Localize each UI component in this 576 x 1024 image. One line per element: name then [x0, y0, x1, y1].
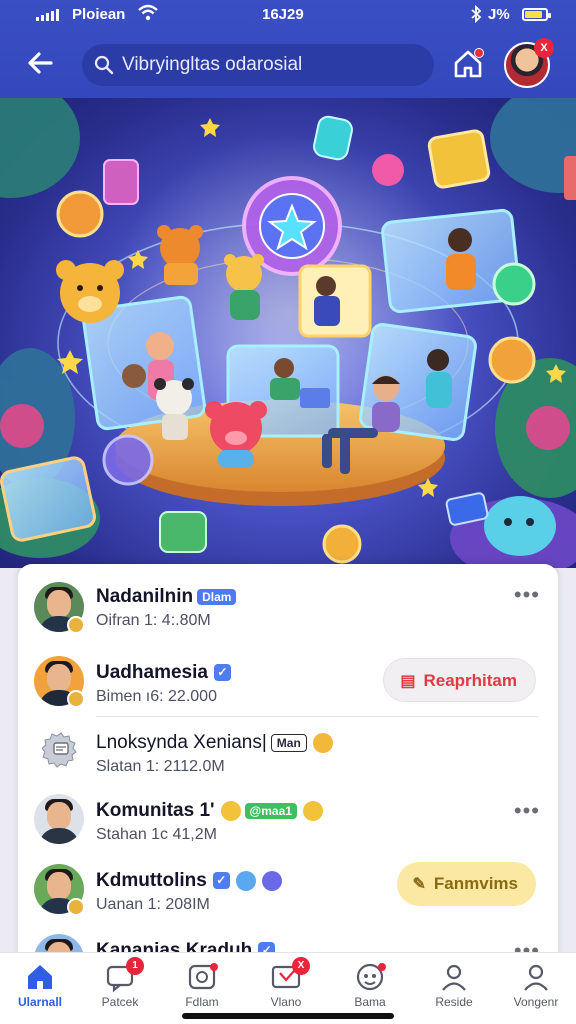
emoji-icon — [302, 800, 323, 821]
home-button[interactable] — [448, 44, 488, 84]
emoji-icon — [261, 870, 282, 891]
level-badge — [67, 690, 85, 708]
close-badge[interactable]: X — [534, 38, 554, 58]
wifi-icon — [138, 4, 158, 26]
list-item-subtitle: Uanan 1: 208IM — [96, 896, 210, 913]
gear-icon — [42, 732, 77, 768]
nav-item-home[interactable]: Ularnall — [2, 961, 78, 1009]
list-item-subtitle: Bimen ı6: 22.000 — [96, 688, 217, 705]
emoji-icon — [220, 800, 241, 821]
search-text: Vibryingltas odarosial — [122, 54, 303, 75]
list-item-name: Lnoksynda Xenians| Man — [96, 732, 333, 754]
nav-item-notifications[interactable]: Bama — [332, 961, 408, 1009]
chat-icon: 1 — [104, 957, 144, 993]
list-item[interactable]: Uadhamesia ✓ Bimen ı6: 22.000 ▤ Reaprhitam — [18, 642, 558, 710]
notification-dot — [210, 963, 218, 971]
verified-icon: ✓ — [212, 872, 230, 890]
nav-item-video[interactable]: X Vlano — [248, 957, 324, 1009]
arrow-left-icon — [28, 52, 53, 74]
battery-icon — [522, 8, 551, 21]
signal-icon — [36, 9, 59, 21]
list-item[interactable]: Nadanilnin Dlam Oifran 1: 4:.80M ••• — [18, 568, 558, 636]
list-item[interactable]: Komunitas 1' @maa1 Stahan 1c 41,2M ••• — [18, 780, 558, 848]
action-button[interactable]: ✎ Fanmvims — [396, 862, 536, 906]
nav-item-explore[interactable]: Fdlam — [164, 961, 240, 1009]
nav-item-account[interactable]: Vongenr — [498, 961, 574, 1009]
account-icon — [520, 961, 552, 993]
battery-percent: J% — [488, 6, 510, 23]
list-item-subtitle: Slatan 1: 2112.0M — [96, 758, 225, 775]
verified-icon: ✓ — [213, 664, 231, 682]
list-item[interactable]: Lnoksynda Xenians| Man Slatan 1: 2112.0M — [18, 712, 558, 780]
message-icon: ▤ — [400, 673, 416, 690]
video-badge: X — [292, 957, 310, 975]
list-item-subtitle: Oifran 1: 4:.80M — [96, 612, 211, 629]
more-options-button[interactable]: ••• — [514, 798, 540, 824]
hero-illustration — [0, 98, 576, 568]
list-item[interactable]: Kdmuttolins ✓ Uanan 1: 208IM ✎ Fanmvims — [18, 850, 558, 918]
notifications-icon — [354, 961, 386, 993]
avatar — [34, 794, 84, 844]
action-button[interactable]: ▤ Reaprhitam — [383, 658, 536, 702]
carrier-name: Ploiean — [72, 6, 126, 23]
list-item-name: Nadanilnin Dlam — [96, 586, 237, 608]
status-bar: Ploiean 16J29 J% — [0, 0, 576, 30]
list-item-subtitle: Stahan 1c 41,2M — [96, 826, 217, 843]
clock: 16J29 — [262, 6, 304, 23]
thumbs-up-icon: ✎ — [412, 876, 426, 893]
profile-icon — [438, 961, 470, 993]
list-item-name: Kdmuttolins ✓ — [96, 870, 282, 892]
name-tag: @maa1 — [244, 802, 297, 819]
search-bar[interactable]: Vibryingltas odarosial — [82, 44, 434, 86]
community-list: Nadanilnin Dlam Oifran 1: 4:.80M ••• Uadh… — [18, 564, 558, 964]
search-icon — [94, 55, 114, 75]
back-button[interactable] — [22, 48, 58, 84]
chat-bubble-icon — [235, 870, 256, 891]
notification-dot — [378, 963, 386, 971]
list-item-name: Uadhamesia ✓ — [96, 662, 231, 684]
list-item-name: Komunitas 1' @maa1 — [96, 800, 323, 822]
chat-badge: 1 — [126, 957, 144, 975]
profile-avatar[interactable]: X — [504, 38, 554, 88]
bluetooth-icon — [470, 4, 482, 27]
nav-item-chat[interactable]: 1 Patcek — [82, 957, 158, 1009]
more-options-button[interactable]: ••• — [514, 582, 540, 608]
hero-artwork — [0, 98, 576, 568]
explore-icon — [186, 961, 218, 993]
name-tag: Dlam — [197, 588, 237, 605]
home-icon — [24, 961, 56, 993]
video-icon: X — [270, 957, 310, 993]
notification-dot — [474, 48, 484, 58]
creature-right — [484, 496, 556, 556]
nav-item-profile[interactable]: Reside — [416, 961, 492, 1009]
home-indicator — [182, 1013, 394, 1019]
level-badge — [67, 616, 85, 634]
name-tag: Man — [270, 733, 307, 752]
panel-top — [298, 264, 372, 338]
emoji-icon — [312, 732, 333, 753]
level-badge — [67, 898, 85, 916]
app-header: Ploiean 16J29 J% Vibryingltas odarosial … — [0, 0, 576, 98]
